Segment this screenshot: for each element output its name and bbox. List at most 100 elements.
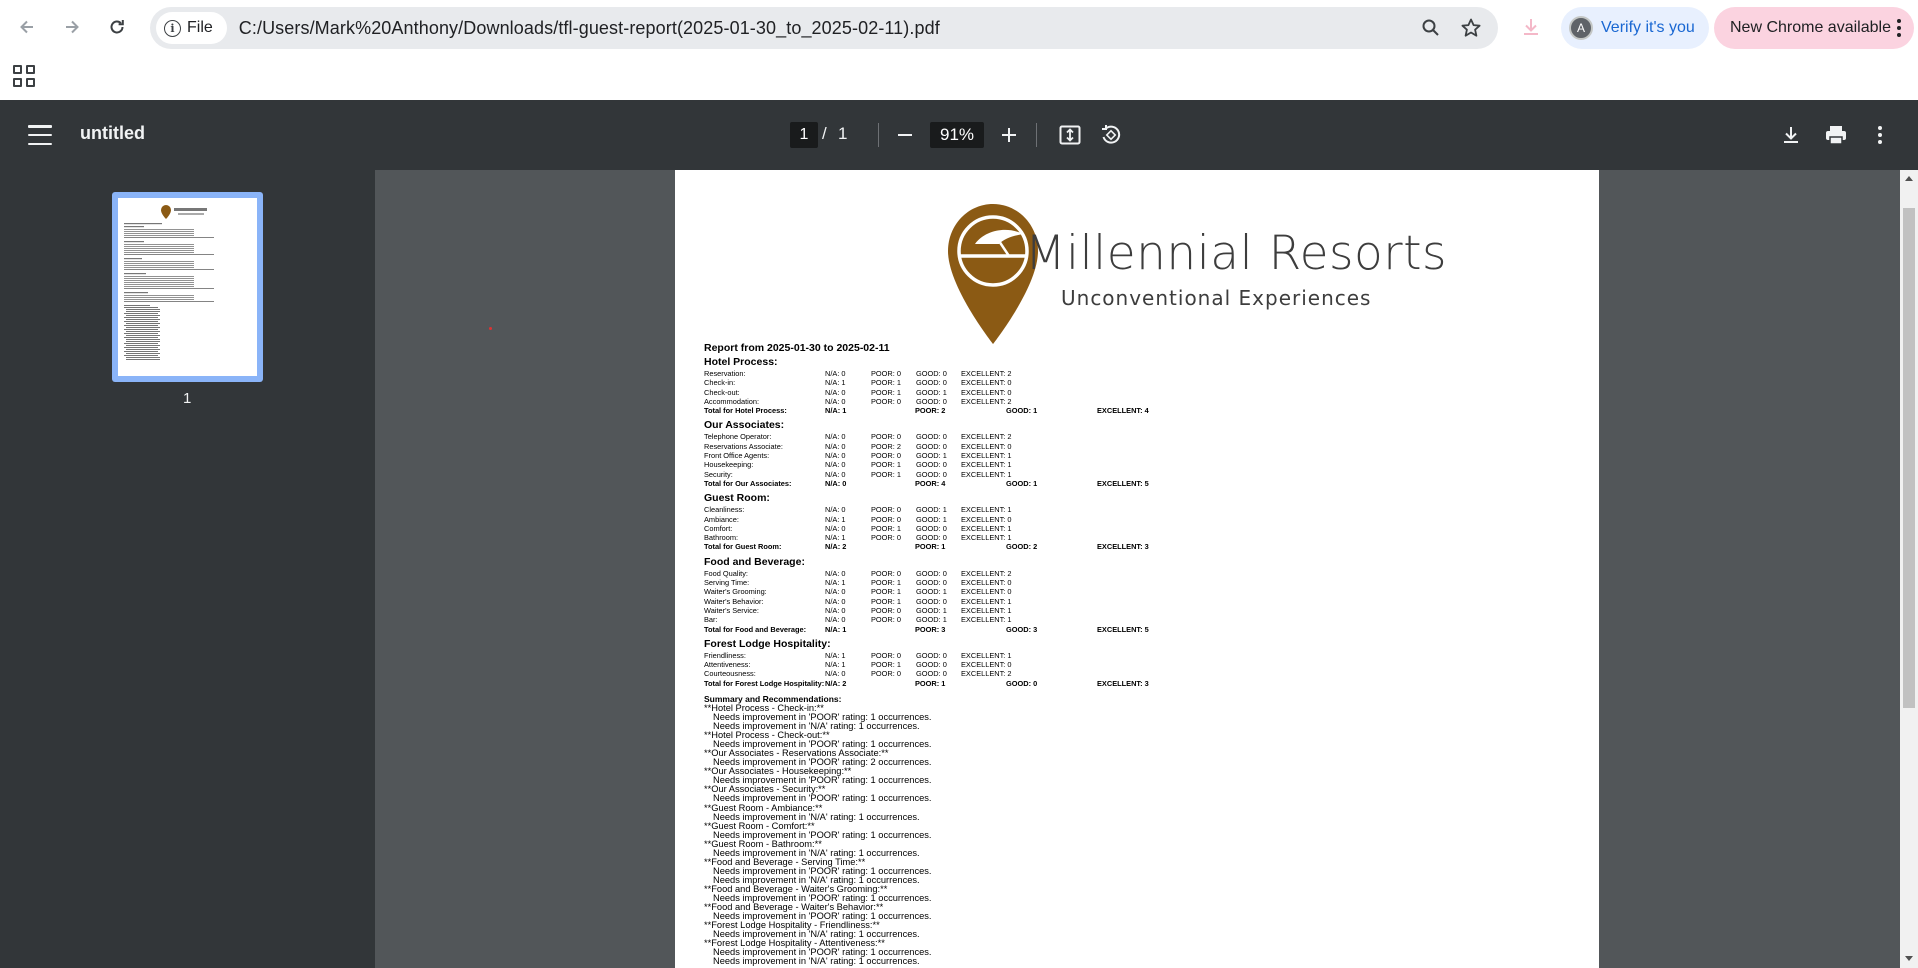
rating-row: Telephone Operator: N/A: 0 POOR: 0 GOOD: 0 E… (704, 432, 1204, 441)
menu-icon[interactable] (28, 125, 52, 145)
more-vert-icon[interactable] (1894, 19, 1904, 37)
minus-icon (898, 134, 912, 136)
total-cell: N/A: 1 (825, 406, 847, 416)
rating-cell: N/A: 0 (825, 568, 846, 578)
zoom-in-button[interactable] (995, 121, 1023, 149)
fit-page-button[interactable] (1056, 121, 1084, 149)
section-title: Hotel Process: (704, 356, 778, 368)
reload-button[interactable] (100, 10, 134, 44)
update-chrome-chip[interactable]: New Chrome available (1714, 7, 1914, 49)
rating-cell: N/A: 0 (825, 605, 846, 615)
thumbnail-content-image (124, 205, 214, 360)
page-thumbnail[interactable] (112, 192, 263, 382)
section-total-row: Total for Guest Room: N/A: 2 POOR: 1 GOOD: … (704, 542, 1204, 551)
verify-identity-chip[interactable]: A Verify it's you (1561, 7, 1709, 49)
rating-cell: GOOD: 0 (916, 568, 947, 578)
rating-cell: N/A: 0 (825, 432, 846, 442)
rating-row: Bathroom: N/A: 1 POOR: 0 GOOD: 0 EXCELLENT: … (704, 533, 1204, 542)
row-label: Reservation: (704, 369, 746, 378)
zoom-out-button[interactable] (891, 121, 919, 149)
row-label: Ambiance: (704, 514, 739, 524)
page-number-input[interactable]: 1 (790, 122, 818, 148)
rating-row: Waiter's Service: N/A: 0 POOR: 0 GOOD: 1 EXC… (704, 606, 1204, 615)
rating-row: Attentiveness: N/A: 1 POOR: 1 GOOD: 0 EXCELL… (704, 660, 1204, 669)
scroll-down-arrow-icon[interactable] (1905, 956, 1913, 961)
row-label: Cleanliness: (704, 505, 745, 515)
total-cell: EXCELLENT: 5 (1097, 478, 1149, 488)
rating-cell: N/A: 0 (825, 469, 846, 479)
print-button[interactable] (1822, 121, 1850, 149)
rating-row: Waiter's Grooming: N/A: 0 POOR: 1 GOOD: 1 EX… (704, 587, 1204, 596)
verify-label: Verify it's you (1601, 19, 1695, 36)
rating-cell: GOOD: 0 (916, 441, 947, 451)
rating-cell: GOOD: 0 (916, 469, 947, 479)
total-label: Total for Forest Lodge Hospitality: (704, 678, 825, 688)
rating-cell: POOR: 0 (871, 615, 901, 625)
total-cell: EXCELLENT: 5 (1097, 624, 1149, 634)
toolbar-divider (1036, 123, 1037, 147)
apps-grid-icon[interactable] (12, 64, 36, 88)
section-title: Forest Lodge Hospitality: (704, 637, 831, 650)
scroll-up-arrow-icon[interactable] (1905, 176, 1913, 181)
logo-wordmark: Millennial Resorts (1025, 226, 1448, 281)
rating-cell: EXCELLENT: 0 (961, 514, 1012, 524)
row-label: Waiter's Behavior: (704, 596, 764, 606)
rating-cell: GOOD: 0 (916, 432, 947, 442)
total-cell: POOR: 4 (915, 478, 946, 488)
thumbnail-sidebar: 1 (0, 170, 375, 968)
rating-cell: N/A: 1 (825, 660, 846, 670)
rating-cell: EXCELLENT: 0 (961, 578, 1012, 588)
page-separator: / (822, 124, 827, 143)
rating-cell: GOOD: 1 (916, 505, 947, 515)
toolbar-divider (878, 123, 879, 147)
url-text[interactable]: C:/Users/Mark%20Anthony/Downloads/tfl-gu… (239, 18, 940, 39)
section-total-row: Total for Food and Beverage: N/A: 1 POOR: … (704, 625, 1204, 634)
scrollbar-thumb[interactable] (1903, 208, 1915, 708)
total-cell: EXCELLENT: 4 (1097, 406, 1149, 416)
rating-cell: EXCELLENT: 0 (961, 660, 1012, 670)
row-label: Check-out: (704, 387, 740, 397)
rating-cell: EXCELLENT: 2 (961, 369, 1012, 378)
pdf-page: Millennial Resorts Unconventional Experi… (675, 170, 1599, 968)
zoom-search-icon[interactable] (1418, 15, 1444, 41)
rating-cell: N/A: 1 (825, 378, 846, 388)
reload-icon (110, 20, 124, 34)
rating-cell: EXCELLENT: 1 (961, 605, 1012, 615)
address-bar[interactable]: i File C:/Users/Mark%20Anthony/Downloads… (150, 7, 1498, 49)
row-label: Telephone Operator: (704, 432, 772, 442)
rating-cell: POOR: 0 (871, 669, 901, 679)
rating-cell: GOOD: 0 (916, 660, 947, 670)
rating-cell: N/A: 1 (825, 578, 846, 588)
total-cell: POOR: 2 (915, 406, 946, 416)
total-cell: POOR: 1 (915, 678, 946, 688)
rotate-button[interactable] (1097, 121, 1125, 149)
downloads-button[interactable] (1516, 12, 1546, 42)
rating-cell: GOOD: 1 (916, 605, 947, 615)
row-label: Check-in: (704, 378, 736, 388)
row-label: Courteousness: (704, 669, 756, 679)
rating-cell: GOOD: 0 (916, 378, 947, 388)
site-info-chip[interactable]: i File (156, 12, 227, 44)
summary-section: Summary and Recommendations: **Hotel Pro… (704, 694, 1204, 966)
more-actions-button[interactable] (1866, 121, 1894, 149)
download-button[interactable] (1777, 121, 1805, 149)
document-title: untitled (80, 123, 145, 143)
total-cell: EXCELLENT: 3 (1097, 678, 1149, 688)
report-sections: Hotel Process: Reservation: N/A: 0 POOR: 0 G… (704, 356, 1204, 688)
rating-cell: POOR: 1 (871, 587, 901, 597)
rating-cell: EXCELLENT: 1 (961, 615, 1012, 625)
forward-button[interactable] (55, 10, 89, 44)
bookmark-star-icon[interactable] (1458, 15, 1484, 41)
zoom-level-input[interactable]: 91% (930, 122, 984, 148)
total-cell: EXCELLENT: 3 (1097, 542, 1149, 552)
vertical-scrollbar[interactable] (1900, 170, 1918, 968)
rating-cell: N/A: 0 (825, 669, 846, 679)
rating-cell: EXCELLENT: 1 (961, 451, 1012, 461)
rating-cell: POOR: 1 (871, 387, 901, 397)
back-button[interactable] (10, 10, 44, 44)
rating-row: Ambiance: N/A: 1 POOR: 0 GOOD: 1 EXCELLENT: … (704, 515, 1204, 524)
rating-cell: GOOD: 0 (916, 596, 947, 606)
total-cell: POOR: 1 (915, 542, 946, 552)
section-title: Guest Room: (704, 492, 770, 505)
row-label: Food Quality: (704, 568, 748, 578)
